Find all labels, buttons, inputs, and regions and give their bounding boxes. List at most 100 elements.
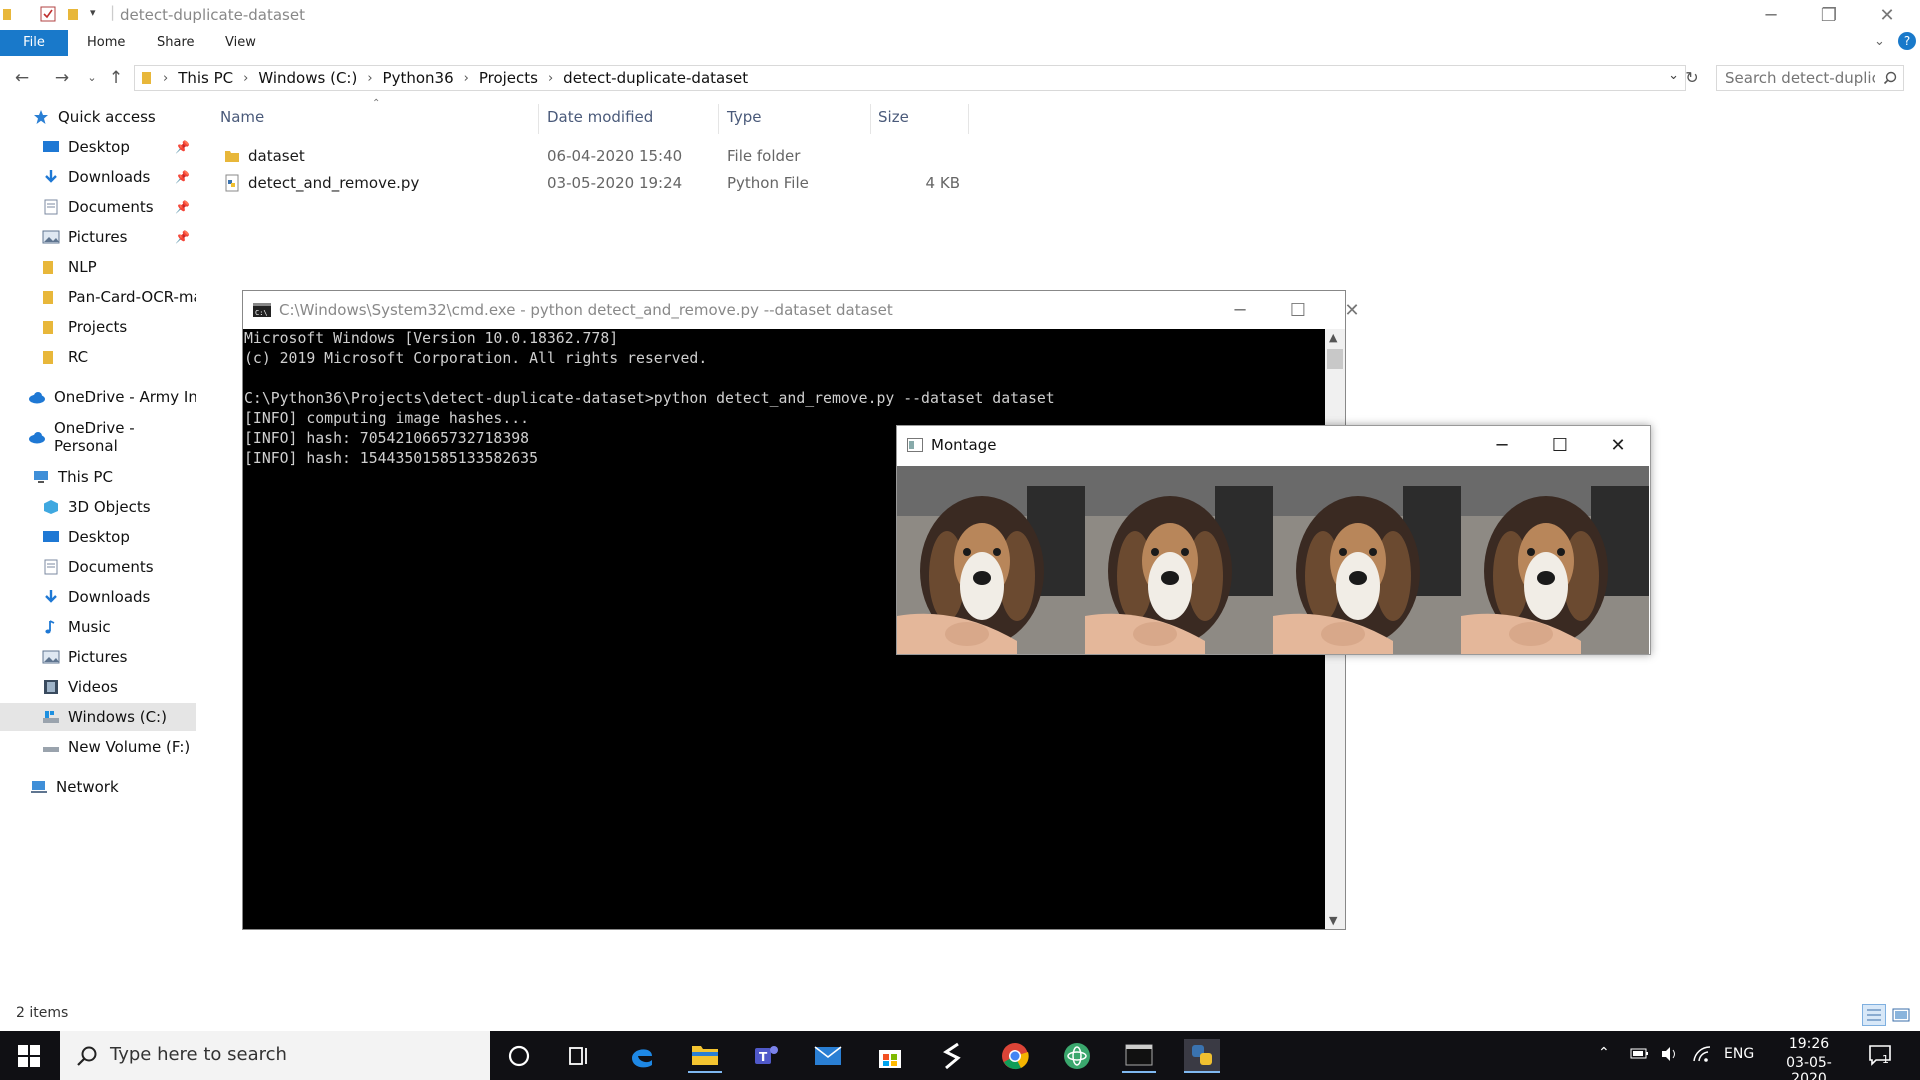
column-name[interactable]: Name bbox=[220, 108, 264, 130]
nav-quick-pictures[interactable]: Pictures 📌 bbox=[0, 223, 196, 251]
tab-home[interactable]: Home bbox=[87, 30, 125, 56]
console-line: C:\Python36\Projects\detect-duplicate-da… bbox=[244, 390, 1055, 407]
nav-pc-pictures[interactable]: Pictures bbox=[0, 643, 196, 671]
breadcrumb-this-pc[interactable]: This PC bbox=[178, 69, 233, 87]
nav-pc-downloads[interactable]: Downloads bbox=[0, 583, 196, 611]
folder-icon bbox=[43, 351, 53, 364]
nav-pc-desktop[interactable]: Desktop bbox=[0, 523, 196, 551]
nav-pc-videos[interactable]: Videos bbox=[0, 673, 196, 701]
address-dropdown-icon[interactable]: ⌄ bbox=[1668, 68, 1679, 83]
montage-window[interactable]: Montage ─ ☐ ✕ bbox=[896, 425, 1651, 655]
large-icons-view-icon[interactable] bbox=[1890, 1006, 1912, 1024]
file-explorer-taskbar-icon[interactable] bbox=[688, 1039, 722, 1073]
close-button[interactable]: ✕ bbox=[1858, 0, 1916, 30]
nav-pc-new-volume[interactable]: New Volume (F:) bbox=[0, 733, 196, 761]
nav-this-pc[interactable]: This PC bbox=[0, 463, 196, 491]
scroll-up-icon[interactable]: ▲ bbox=[1329, 331, 1337, 344]
atom-app-icon[interactable] bbox=[1060, 1039, 1094, 1073]
nav-pc-documents[interactable]: Documents bbox=[0, 553, 196, 581]
cmd-minimize-button[interactable]: ─ bbox=[1211, 295, 1269, 325]
file-row[interactable]: detect_and_remove.py 03-05-2020 19:24 Py… bbox=[214, 170, 974, 196]
chrome-icon[interactable] bbox=[998, 1039, 1032, 1073]
column-divider[interactable] bbox=[718, 104, 719, 134]
volume-icon[interactable] bbox=[1660, 1045, 1680, 1067]
breadcrumb-current-folder[interactable]: detect-duplicate-dataset bbox=[563, 69, 748, 87]
nav-quick-desktop[interactable]: Desktop 📌 bbox=[0, 133, 196, 161]
cmd-titlebar[interactable]: C:\ C:\Windows\System32\cmd.exe - python… bbox=[243, 291, 1360, 329]
nav-quick-downloads[interactable]: Downloads 📌 bbox=[0, 163, 196, 191]
up-icon[interactable]: ↑ bbox=[104, 66, 128, 90]
search-box[interactable] bbox=[1716, 65, 1904, 91]
nav-label: Desktop bbox=[68, 138, 130, 156]
tab-view[interactable]: View bbox=[225, 30, 256, 56]
montage-close-button[interactable]: ✕ bbox=[1589, 430, 1647, 460]
python-taskbar-icon[interactable] bbox=[1184, 1039, 1220, 1073]
nav-quick-pan-card[interactable]: Pan-Card-OCR-mast bbox=[0, 283, 196, 311]
customize-toolbar-icon[interactable]: ▾ bbox=[90, 6, 96, 19]
nav-quick-documents[interactable]: Documents 📌 bbox=[0, 193, 196, 221]
documents-icon bbox=[44, 199, 58, 215]
sublime-text-icon[interactable] bbox=[935, 1039, 969, 1073]
clock[interactable]: 19:26 03-05-2020 bbox=[1769, 1036, 1849, 1080]
wifi-icon[interactable] bbox=[1692, 1045, 1712, 1067]
battery-icon[interactable] bbox=[1630, 1045, 1650, 1065]
column-size[interactable]: Size bbox=[878, 108, 909, 130]
tab-file[interactable]: File bbox=[0, 30, 68, 56]
scroll-down-icon[interactable]: ▼ bbox=[1329, 914, 1337, 927]
montage-titlebar[interactable]: Montage ─ ☐ ✕ bbox=[897, 426, 1650, 464]
mail-icon[interactable] bbox=[811, 1039, 845, 1073]
column-date-modified[interactable]: Date modified bbox=[547, 108, 653, 130]
column-divider[interactable] bbox=[968, 104, 969, 134]
cmd-maximize-button[interactable]: ☐ bbox=[1269, 295, 1327, 325]
restore-button[interactable]: ❐ bbox=[1800, 0, 1858, 30]
column-type[interactable]: Type bbox=[727, 108, 761, 130]
nav-network[interactable]: Network bbox=[0, 773, 196, 801]
column-divider[interactable] bbox=[870, 104, 871, 134]
nav-pc-3d-objects[interactable]: 3D Objects bbox=[0, 493, 196, 521]
nav-pc-music[interactable]: Music bbox=[0, 613, 196, 641]
scroll-thumb[interactable] bbox=[1327, 349, 1343, 369]
show-hidden-icons-icon[interactable]: ⌃ bbox=[1598, 1045, 1610, 1061]
nav-onedrive-personal[interactable]: OneDrive - Personal bbox=[0, 419, 196, 455]
cmd-close-button[interactable]: ✕ bbox=[1323, 295, 1381, 325]
store-icon[interactable] bbox=[873, 1039, 907, 1073]
nav-quick-nlp[interactable]: NLP bbox=[0, 253, 196, 281]
forward-icon[interactable]: → bbox=[50, 66, 74, 90]
edge-icon[interactable] bbox=[625, 1039, 659, 1073]
language-indicator[interactable]: ENG bbox=[1724, 1046, 1754, 1062]
search-input[interactable] bbox=[1725, 69, 1875, 87]
nav-label: Network bbox=[56, 778, 119, 796]
task-view-icon[interactable] bbox=[563, 1039, 597, 1073]
montage-maximize-button[interactable]: ☐ bbox=[1531, 430, 1589, 460]
folder-icon bbox=[3, 9, 11, 20]
montage-minimize-button[interactable]: ─ bbox=[1473, 430, 1531, 460]
help-icon[interactable]: ? bbox=[1898, 32, 1916, 50]
teams-icon[interactable]: T bbox=[749, 1039, 783, 1073]
breadcrumb-windows-c[interactable]: Windows (C:) bbox=[258, 69, 357, 87]
new-folder-icon[interactable] bbox=[66, 6, 82, 22]
recent-locations-icon[interactable]: ⌄ bbox=[80, 66, 104, 90]
cmd-taskbar-icon[interactable] bbox=[1122, 1039, 1156, 1073]
taskbar-search[interactable]: Type here to search bbox=[60, 1031, 490, 1080]
expand-ribbon-icon[interactable]: ⌄ bbox=[1874, 34, 1885, 49]
column-divider[interactable] bbox=[538, 104, 539, 134]
breadcrumb-python36[interactable]: Python36 bbox=[383, 69, 454, 87]
nav-quick-projects[interactable]: Projects bbox=[0, 313, 196, 341]
nav-onedrive-army[interactable]: OneDrive - Army Insti bbox=[0, 383, 196, 411]
details-view-icon[interactable] bbox=[1862, 1004, 1886, 1026]
action-center-icon[interactable]: 1 bbox=[1868, 1043, 1892, 1071]
cortana-icon[interactable] bbox=[502, 1039, 536, 1073]
address-bar[interactable]: › This PC › Windows (C:) › Python36 › Pr… bbox=[134, 65, 1686, 91]
breadcrumb-projects[interactable]: Projects bbox=[479, 69, 538, 87]
file-row[interactable]: dataset 06-04-2020 15:40 File folder bbox=[214, 143, 974, 169]
nav-quick-rc[interactable]: RC bbox=[0, 343, 196, 371]
nav-pc-windows-c[interactable]: Windows (C:) bbox=[0, 703, 196, 731]
nav-quick-access[interactable]: Quick access bbox=[0, 103, 196, 131]
properties-check-icon[interactable] bbox=[40, 6, 56, 22]
refresh-icon[interactable]: ↻ bbox=[1680, 66, 1704, 90]
puppy-image bbox=[1461, 466, 1649, 654]
minimize-button[interactable]: ─ bbox=[1742, 0, 1800, 30]
back-icon[interactable]: ← bbox=[10, 66, 34, 90]
tab-share[interactable]: Share bbox=[157, 30, 195, 56]
start-button[interactable] bbox=[12, 1039, 46, 1073]
